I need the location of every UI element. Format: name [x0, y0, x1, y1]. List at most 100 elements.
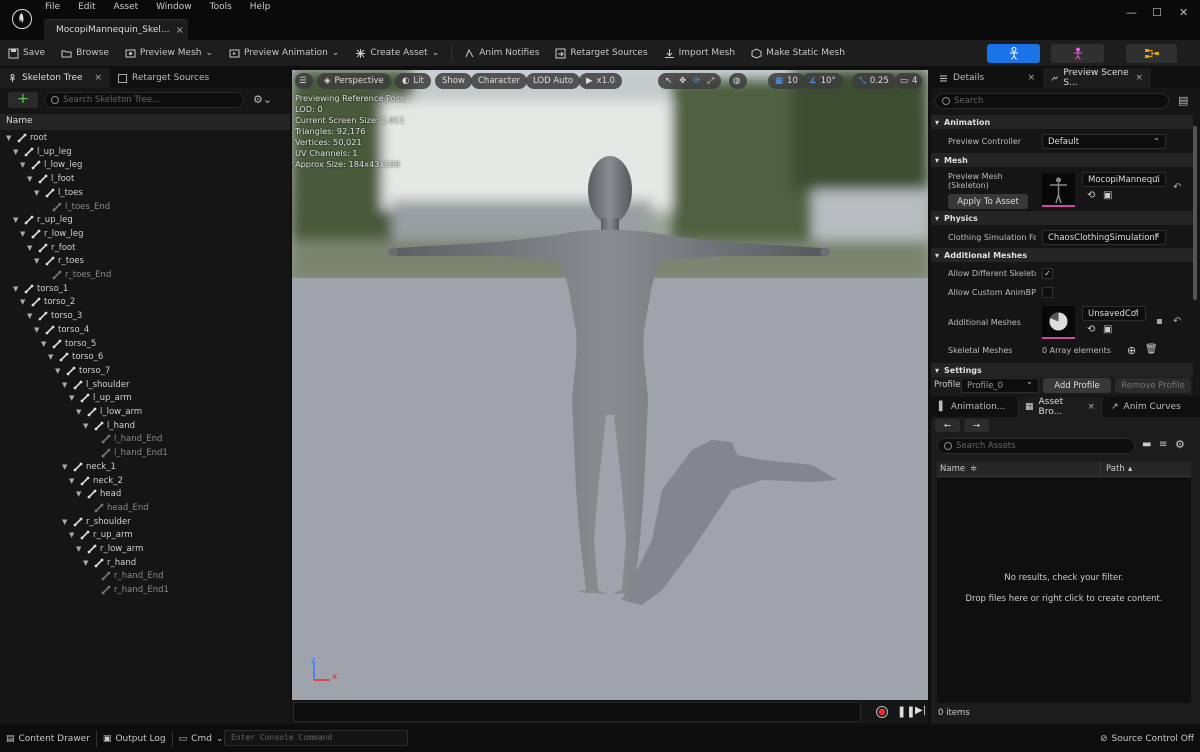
browse-asset-icon[interactable]: ▣ [1103, 190, 1112, 201]
caret-down-icon[interactable]: ▼ [20, 298, 28, 306]
bone-row[interactable]: ▼ l_low_arm [76, 405, 142, 419]
save-button[interactable]: Save [0, 40, 53, 66]
bone-row[interactable]: ▼ neck_1 [62, 460, 116, 474]
bone-row[interactable]: l_hand_End [90, 432, 162, 446]
add-element-icon[interactable]: ⊕ [1127, 344, 1136, 357]
lit-button[interactable]: ◐ Lit [395, 73, 431, 89]
column-header-name[interactable]: Name [0, 114, 290, 130]
play-rate-button[interactable]: ▶ x1.0 [579, 73, 623, 89]
caret-down-icon[interactable]: ▼ [55, 367, 63, 375]
add-bone-button[interactable]: + [8, 92, 38, 108]
rotate-tool-icon[interactable]: ⟳ [693, 76, 700, 86]
column-divider[interactable] [1100, 462, 1101, 477]
bone-row[interactable]: ▼ root [6, 131, 47, 145]
source-control-button[interactable]: ⊘ Source Control Off [1094, 726, 1200, 752]
viewport-options-button[interactable]: ☰ [295, 73, 313, 89]
unreal-logo-icon[interactable] [12, 9, 32, 29]
menu-window[interactable]: Window [156, 2, 200, 12]
translate-tool-icon[interactable]: ✥ [679, 76, 686, 86]
bone-row[interactable]: ▼ l_up_leg [13, 145, 72, 159]
import-mesh-button[interactable]: Import Mesh [656, 40, 743, 66]
tab-details[interactable]: Details × [931, 68, 1043, 88]
console-input[interactable]: Enter Console Command [224, 730, 408, 746]
caret-down-icon[interactable]: ▼ [48, 353, 56, 361]
tab-asset-browser-close[interactable]: × [1087, 402, 1095, 412]
anim-notifies-button[interactable]: Anim Notifies [456, 40, 547, 66]
section-additional-meshes[interactable]: ▾ Additional Meshes [931, 248, 1193, 262]
lod-button[interactable]: LOD Auto [526, 73, 581, 89]
sort-icon[interactable]: ≑ [970, 464, 977, 474]
caret-down-icon[interactable]: ▼ [27, 175, 35, 183]
save-asset-icon[interactable]: ▪ [1156, 316, 1163, 327]
menu-edit[interactable]: Edit [78, 2, 103, 12]
tab-preview-scene-close[interactable]: × [1135, 73, 1143, 83]
blueprint-mode-button[interactable] [1126, 44, 1177, 63]
scale-tool-icon[interactable]: ⤢ [707, 76, 714, 86]
bone-row[interactable]: ▼ r_shoulder [62, 515, 131, 529]
skeleton-mode-button[interactable] [987, 44, 1040, 63]
create-asset-button[interactable]: Create Asset ⌄ [347, 40, 447, 66]
bone-row[interactable]: r_toes_End [41, 268, 111, 282]
additional-mesh-dropdown[interactable]: UnsavedCol [1082, 306, 1146, 321]
close-window-button[interactable]: ✕ [1179, 6, 1188, 19]
bone-row[interactable]: ▼ l_up_arm [69, 391, 131, 405]
document-tab-close[interactable]: × [176, 25, 184, 36]
skeleton-search-input[interactable]: Search Skeleton Tree... [44, 92, 244, 108]
remove-profile-button[interactable]: Remove Profile [1115, 378, 1191, 393]
mesh-thumbnail[interactable] [1042, 173, 1075, 207]
bone-row[interactable]: ▼ torso_5 [41, 337, 96, 351]
bone-row[interactable]: ▼ torso_7 [55, 364, 110, 378]
camera-speed-button[interactable]: ▭ 4 [895, 73, 923, 89]
view-options-icon[interactable]: ▤ [1178, 94, 1188, 107]
bone-row[interactable]: ▼ torso_4 [34, 323, 89, 337]
document-tab[interactable]: MocopiMannequin_Skel... × [44, 19, 188, 40]
reset-arrow-icon[interactable]: ↶ [1173, 182, 1181, 193]
tab-skeleton-tree[interactable]: Skeleton Tree × [0, 68, 110, 88]
reset-arrow-icon[interactable]: ↶ [1173, 316, 1181, 327]
tab-skeleton-tree-close[interactable]: × [94, 73, 102, 83]
angle-snap-button[interactable]: ∡ 10° [802, 73, 843, 89]
forward-button[interactable]: → [964, 419, 989, 432]
show-button[interactable]: Show [435, 73, 472, 89]
sort-ascending-icon[interactable]: ▴ [1128, 464, 1132, 474]
pause-button[interactable]: ❚❚ [897, 705, 915, 718]
caret-down-icon[interactable]: ▼ [20, 230, 28, 238]
grid-snap-button[interactable]: ▦ 10 [768, 73, 805, 89]
caret-down-icon[interactable]: ▼ [34, 189, 42, 197]
world-space-button[interactable]: ◍ [729, 73, 747, 89]
caret-down-icon[interactable]: ▼ [27, 312, 35, 320]
caret-down-icon[interactable]: ▼ [76, 490, 84, 498]
tab-details-close[interactable]: × [1027, 73, 1035, 83]
bone-row[interactable]: ▼ l_shoulder [62, 378, 130, 392]
record-button[interactable] [876, 706, 888, 718]
cmd-dropdown[interactable]: ▭ Cmd ⌄ [173, 726, 230, 752]
caret-down-icon[interactable]: ▼ [83, 422, 91, 430]
back-button[interactable]: ← [935, 419, 960, 432]
folder-icon[interactable]: ▬ [1142, 439, 1151, 450]
caret-down-icon[interactable]: ▼ [6, 134, 14, 142]
caret-down-icon[interactable]: ▼ [13, 216, 21, 224]
bone-row[interactable]: ▼ torso_6 [48, 350, 103, 364]
section-mesh[interactable]: ▾ Mesh [931, 153, 1193, 167]
bone-row[interactable]: ▼ l_low_leg [20, 158, 82, 172]
caret-down-icon[interactable]: ▼ [69, 477, 77, 485]
caret-down-icon[interactable]: ▼ [62, 463, 70, 471]
bone-row[interactable]: r_hand_End1 [90, 583, 169, 597]
make-static-mesh-button[interactable]: Make Static Mesh [743, 40, 853, 66]
step-forward-button[interactable]: ▶| [915, 705, 926, 716]
viewport[interactable]: ☰ ◈ Perspective ◐ Lit Show Character LOD A… [292, 70, 928, 700]
minimize-button[interactable]: — [1126, 6, 1137, 19]
allow-custom-animbp-checkbox[interactable] [1042, 287, 1053, 298]
caret-down-icon[interactable]: ▼ [27, 244, 35, 252]
section-settings[interactable]: ▾ Settings [931, 363, 1193, 377]
bone-row[interactable]: ▼ r_hand [83, 556, 136, 570]
trash-icon[interactable]: 🗑 [1145, 344, 1158, 355]
bone-row[interactable]: ▼ r_low_leg [20, 227, 84, 241]
col-name-header[interactable]: Name [940, 464, 965, 474]
use-selected-icon[interactable]: ⟲ [1087, 324, 1095, 335]
caret-down-icon[interactable]: ▼ [34, 326, 42, 334]
perspective-button[interactable]: ◈ Perspective [317, 73, 391, 89]
menu-help[interactable]: Help [250, 2, 279, 12]
section-animation[interactable]: ▾ Animation [931, 115, 1193, 129]
bone-row[interactable]: ▼ torso_3 [27, 309, 82, 323]
